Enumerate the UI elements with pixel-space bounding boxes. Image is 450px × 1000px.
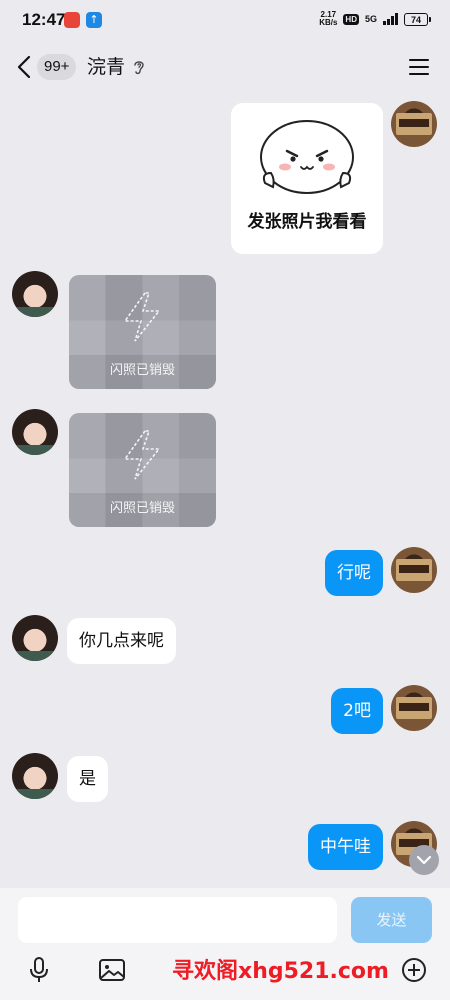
hd-badge: HD <box>343 13 359 25</box>
plus-circle-icon[interactable] <box>399 955 429 985</box>
network-type: 5G <box>364 14 377 24</box>
lightning-icon <box>123 430 161 480</box>
self-avatar[interactable] <box>391 685 437 731</box>
unread-count-badge[interactable]: 99+ <box>37 54 77 80</box>
flash-photo-message[interactable]: 闪照已销毁 <box>69 413 216 527</box>
contact-avatar[interactable] <box>12 753 58 799</box>
self-avatar[interactable] <box>391 547 437 593</box>
watermark: 寻欢阁xhg521.com <box>172 959 389 984</box>
signal-icon <box>383 13 398 25</box>
outgoing-message[interactable]: 中午哇 <box>308 824 383 870</box>
chevron-left-icon[interactable] <box>14 54 36 80</box>
upload-notification-icon: ↑ <box>86 12 102 28</box>
contact-avatar[interactable] <box>12 271 58 317</box>
lightning-icon <box>123 292 161 342</box>
status-bar: 12:47 ↑ 2.17 KB/s HD 5G 74 <box>0 0 450 40</box>
scroll-to-bottom-button[interactable] <box>409 845 439 875</box>
status-right: 2.17 KB/s HD 5G 74 <box>319 11 431 27</box>
microphone-icon[interactable] <box>24 955 54 985</box>
flash-photo-message[interactable]: 闪照已销毁 <box>69 275 216 389</box>
network-speed-unit: KB/s <box>319 18 338 27</box>
ear-icon[interactable] <box>131 58 147 76</box>
sticker-message[interactable]: 发张照片我看看 <box>231 103 383 254</box>
incoming-message[interactable]: 你几点来呢 <box>67 618 176 664</box>
status-time: 12:47 <box>22 10 66 29</box>
send-button[interactable]: 发送 <box>351 897 432 943</box>
message-input[interactable] <box>18 897 337 943</box>
outgoing-message[interactable]: 2吧 <box>331 688 383 734</box>
network-speed: 2.17 KB/s <box>319 11 337 27</box>
hamburger-menu-icon[interactable] <box>408 57 430 77</box>
contact-avatar[interactable] <box>12 615 58 661</box>
chat-header: 99+ 浣青 <box>0 40 450 94</box>
sticker-face-icon <box>260 120 354 194</box>
battery-icon: 74 <box>404 12 431 26</box>
outgoing-message[interactable]: 行呢 <box>325 550 383 596</box>
incoming-message[interactable]: 是 <box>67 756 108 802</box>
sticker-caption: 发张照片我看看 <box>247 212 367 232</box>
self-avatar[interactable] <box>391 101 437 147</box>
app-notification-icon <box>64 12 80 28</box>
flash-photo-label: 闪照已销毁 <box>109 363 175 378</box>
chevron-down-icon <box>416 855 432 865</box>
contact-name[interactable]: 浣青 <box>87 54 125 80</box>
flash-photo-label: 闪照已销毁 <box>109 501 175 516</box>
image-icon[interactable] <box>97 955 127 985</box>
contact-avatar[interactable] <box>12 409 58 455</box>
